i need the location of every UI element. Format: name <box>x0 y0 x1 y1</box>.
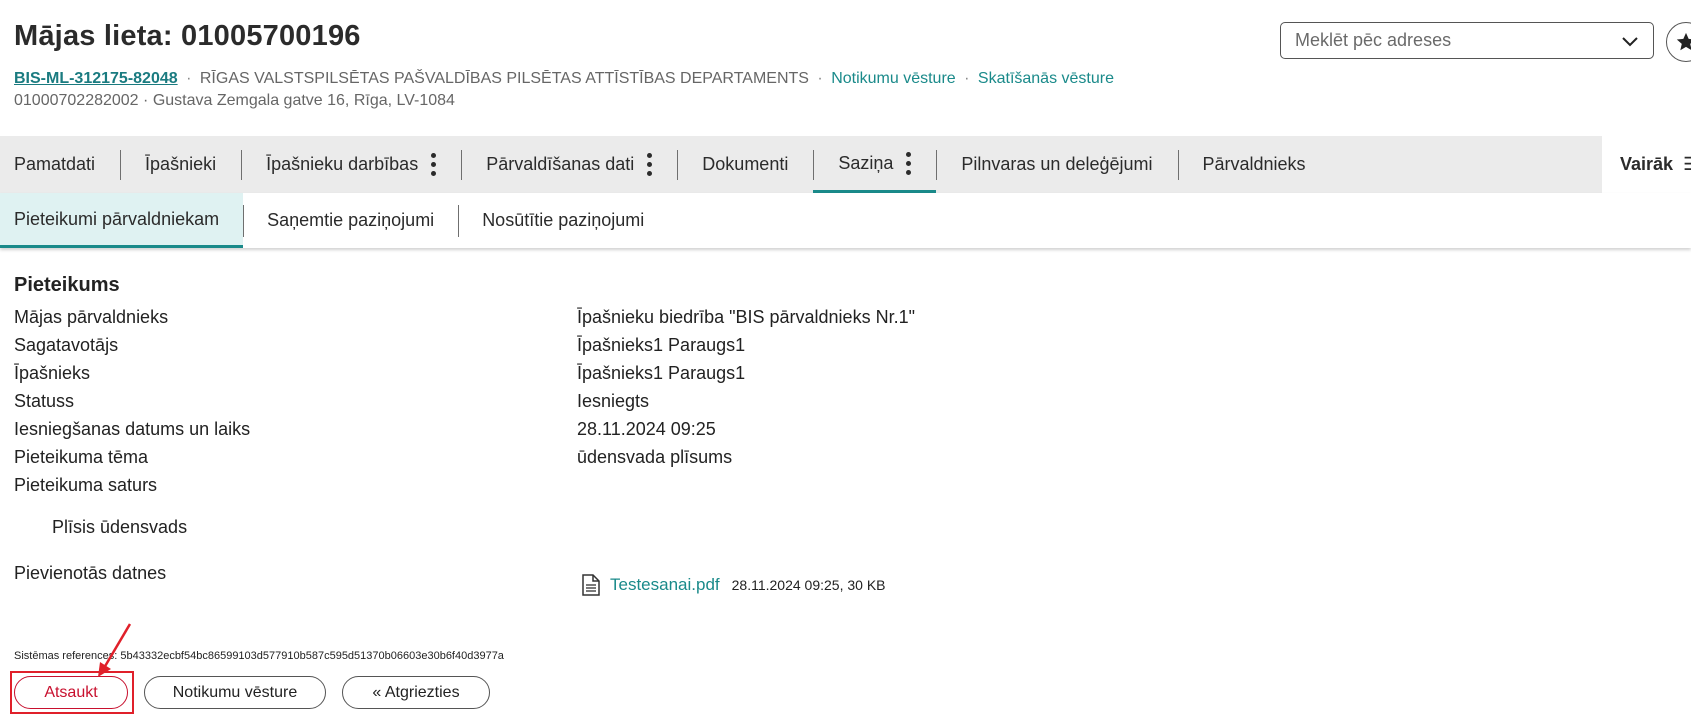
case-id-link[interactable]: BIS-ML-312175-82048 <box>14 70 178 87</box>
detail-label: Statuss <box>14 391 75 411</box>
detail-value: Īpašnieku biedrība "BIS pārvaldnieks Nr.… <box>577 307 915 327</box>
menu-icon: ☰ <box>1683 154 1691 175</box>
more-vertical-icon[interactable] <box>646 153 652 176</box>
subtab-nosutitie[interactable]: Nosūtītie paziņojumi <box>458 193 668 248</box>
department-name: RĪGAS VALSTSPILSĒTAS PAŠVALDĪBAS PILSĒTA… <box>199 70 809 87</box>
more-vertical-icon[interactable] <box>430 153 436 176</box>
request-content-text: Plīsis ūdensvads <box>52 517 188 537</box>
tab-parvaldnieks[interactable]: Pārvaldnieks <box>1177 136 1331 193</box>
detail-value: ūdensvada plīsums <box>577 447 733 467</box>
address-search-select[interactable]: Meklēt pēc adreses <box>1280 22 1654 59</box>
page-header: Mājas lieta: 01005700196 <box>14 20 361 53</box>
tab-dokumenti[interactable]: Dokumenti <box>677 136 813 193</box>
favorite-star-button[interactable] <box>1666 22 1691 62</box>
subtab-label: Pieteikumi pārvaldniekam <box>14 208 220 229</box>
detail-label: Iesniegšanas datums un laiks <box>14 419 251 439</box>
detail-label: Sagatavotājs <box>14 335 119 355</box>
tab-ipasnieku-darbibas[interactable]: Īpašnieku darbības <box>241 136 461 193</box>
tab-label: Dokumenti <box>702 154 789 174</box>
tab-label: Pamatdati <box>14 154 96 174</box>
subtab-pieteikumi[interactable]: Pieteikumi pārvaldniekam <box>0 193 244 248</box>
main-tab-bar: Pamatdati Īpašnieki Īpašnieku darbības P… <box>0 136 1691 193</box>
detail-value: Īpašnieks1 Paraugs1 <box>577 363 746 383</box>
tab-label: Pārvaldnieks <box>1202 154 1306 174</box>
case-meta: BIS-ML-312175-82048 · RĪGAS VALSTSPILSĒT… <box>14 70 1114 88</box>
detail-value: 28.11.2024 09:25 <box>577 419 716 439</box>
subtab-label: Nosūtītie paziņojumi <box>482 210 645 230</box>
tab-label: Īpašnieki <box>145 154 217 174</box>
subtab-label: Saņemtie paziņojumi <box>267 210 435 230</box>
property-meta: 01000702282002 · Gustava Zemgala gatve 1… <box>14 92 455 110</box>
attachment-link[interactable]: Testesanai.pdf <box>610 575 720 595</box>
meta-separator: · <box>817 70 823 87</box>
meta-separator: · <box>143 92 149 109</box>
sub-tab-bar: Pieteikumi pārvaldniekam Saņemtie paziņo… <box>0 193 1691 248</box>
detail-label: Īpašnieks <box>14 363 91 383</box>
tab-ipasnieki[interactable]: Īpašnieki <box>120 136 241 193</box>
tab-label: Īpašnieku darbības <box>266 154 419 174</box>
detail-label: Pieteikuma saturs <box>14 475 158 495</box>
meta-separator: · <box>964 70 970 87</box>
address-search-placeholder: Meklēt pēc adreses <box>1295 30 1452 50</box>
tab-sazina[interactable]: Saziņa <box>813 136 937 193</box>
tab-pilnvaras[interactable]: Pilnvaras un deleģējumi <box>936 136 1177 193</box>
tab-label: Pārvaldīšanas dati <box>486 154 635 174</box>
attachment-meta: 28.11.2024 09:25, 30 KB <box>731 577 886 593</box>
cadastre-number: 01000702282002 <box>14 92 139 109</box>
star-icon <box>1676 32 1691 51</box>
detail-label: Pieteikuma tēma <box>14 447 149 467</box>
detail-value: Īpašnieks1 Paraugs1 <box>577 335 746 355</box>
detail-value: Iesniegts <box>577 391 650 411</box>
events-history-link[interactable]: Notikumu vēsture <box>831 70 956 87</box>
property-address: Gustava Zemgala gatve 16, Rīga, LV-1084 <box>152 92 455 109</box>
views-history-link[interactable]: Skatīšanās vēsture <box>978 70 1114 87</box>
tab-label: Saziņa <box>838 152 894 173</box>
back-button[interactable]: « Atgriezties <box>342 676 490 709</box>
tab-label: Pilnvaras un deleģējumi <box>961 154 1153 174</box>
detail-label: Mājas pārvaldnieks <box>14 307 169 327</box>
attachments-label: Pievienotās datnes <box>14 563 167 583</box>
document-icon <box>582 574 600 596</box>
attachment-item: Testesanai.pdf 28.11.2024 09:25, 30 KB <box>582 574 886 596</box>
events-history-button[interactable]: Notikumu vēsture <box>144 676 326 709</box>
system-reference: Sistēmas references: 5b43332ecbf54bc8659… <box>14 650 504 662</box>
subtab-sanemtie[interactable]: Saņemtie paziņojumi <box>243 193 458 248</box>
page-title: Mājas lieta: 01005700196 <box>14 20 361 52</box>
more-vertical-icon[interactable] <box>905 151 911 175</box>
tab-more[interactable]: Vairāk ☰ <box>1602 136 1691 193</box>
more-tab-label: Vairāk <box>1620 154 1674 174</box>
tab-pamatdati[interactable]: Pamatdati <box>0 136 120 193</box>
annotation-arrow-icon <box>98 623 132 677</box>
section-title: Pieteikums <box>14 274 120 296</box>
tab-parvaldisanas-dati[interactable]: Pārvaldīšanas dati <box>461 136 677 193</box>
chevron-down-icon <box>1622 36 1638 46</box>
meta-separator: · <box>186 70 192 87</box>
